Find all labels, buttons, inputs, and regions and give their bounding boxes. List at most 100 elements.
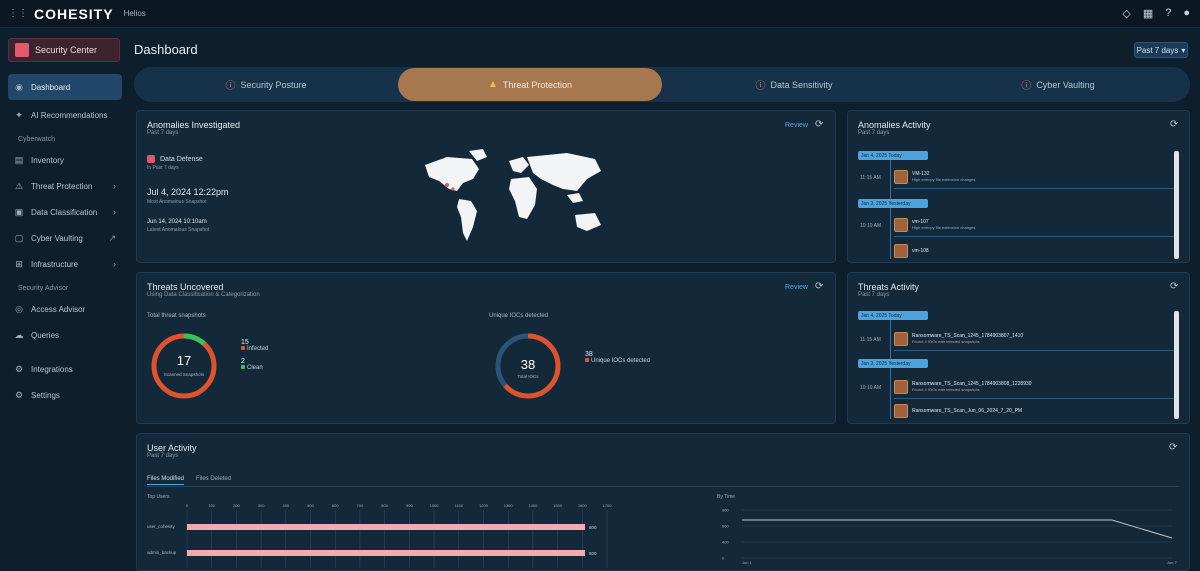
sidebar-item-dashboard[interactable]: ◉ Dashboard <box>8 74 122 100</box>
y-tick-label: 400 <box>722 540 729 545</box>
sidebar-item-label: Threat Protection <box>31 181 93 191</box>
grid-menu-icon[interactable]: ⋮⋮ <box>8 8 28 19</box>
world-map[interactable] <box>417 145 617 257</box>
iocs-donut[interactable]: 38 Total IOCs <box>493 331 563 401</box>
sidebar-item-label: Queries <box>31 330 60 340</box>
refresh-icon[interactable]: ⟳ <box>1169 442 1177 453</box>
sidebar-item-cyber-vaulting[interactable]: ▢ Cyber Vaulting ↗ <box>8 227 122 249</box>
card-title: Threats Uncovered <box>147 282 224 292</box>
threat-snapshots-donut[interactable]: 17 Scanned Snapshots <box>149 331 219 401</box>
refresh-icon[interactable]: ⟳ <box>815 281 823 292</box>
bar-category-label: admin_backup <box>147 550 177 555</box>
anomalies-activity-card: Anomalies Activity Past 7 days ⟳ Jan 4, … <box>847 110 1190 263</box>
legend-item: Infected <box>241 346 268 352</box>
tab-files-deleted[interactable]: Files Deleted <box>196 476 231 485</box>
tick-label: 1500 <box>553 503 563 508</box>
notification-icon[interactable]: ◇ <box>1122 7 1130 20</box>
y-tick-label: 800 <box>722 508 729 513</box>
entry-desc: High entropy file extension changes <box>912 177 976 182</box>
app-switcher[interactable]: Security Center <box>8 38 120 62</box>
anomaly-date-sub: Most Anomalous Snapshot <box>147 199 207 205</box>
classification-icon: ▣ <box>14 206 24 217</box>
top-users-bar-chart[interactable]: 0 100 200 300 400 500 600 700 800 900 1000 1100 1200… <box>137 502 617 571</box>
sidebar-item-inventory[interactable]: ▤ Inventory <box>8 149 122 171</box>
sidebar-item-access-advisor[interactable]: ◎ Access Advisor <box>8 298 122 320</box>
card-subtitle: Past 7 days <box>858 130 890 136</box>
timeline-entry[interactable]: Ransomware_TS_Scan_1245_1784903808_12289… <box>894 375 1174 399</box>
timeline-entry[interactable]: vm-107 High entropy file extension chang… <box>894 213 1174 237</box>
page-title: Dashboard <box>134 42 198 57</box>
vault-icon: ▢ <box>14 232 24 243</box>
sidebar-item-label: Data Classification <box>31 207 98 217</box>
shield-icon <box>147 155 155 163</box>
chevron-right-icon: › <box>113 259 116 269</box>
date-range-select[interactable]: Past 7 days ▾ <box>1134 42 1188 58</box>
info-circle-icon: ⓘ <box>225 81 236 92</box>
review-link[interactable]: Review <box>785 122 808 129</box>
by-time-line-chart[interactable]: 800 600 400 0 Jun 1 Jun 7 <box>712 498 1182 568</box>
refresh-icon[interactable]: ⟳ <box>815 119 823 130</box>
anomaly-name: Data Defense <box>160 155 203 163</box>
help-icon[interactable]: ? <box>1165 7 1171 20</box>
sidebar-item-label: Inventory <box>31 155 64 165</box>
external-link-icon: ↗ <box>108 232 116 243</box>
sidebar-section-security-advisor: Security Advisor <box>18 285 69 292</box>
sidebar-item-data-classification[interactable]: ▣ Data Classification › <box>8 201 122 223</box>
chevron-right-icon: › <box>113 181 116 191</box>
user-activity-card: User Activity Past 7 days ⟳ Files Modifi… <box>136 433 1190 571</box>
timeline-time: 11:15 AM <box>860 175 881 181</box>
sidebar-item-queries[interactable]: ☁ Queries <box>8 324 122 346</box>
info-circle-icon: ⓘ <box>1021 81 1032 92</box>
tab-security-posture[interactable]: ⓘ Security Posture <box>134 68 398 101</box>
sidebar-item-label: Infrastructure <box>31 259 79 269</box>
timeline-entry[interactable]: Ransomware_TS_Scan_Jun_06_2024_7_20_PM <box>894 399 1174 423</box>
tab-data-sensitivity[interactable]: ⓘ Data Sensitivity <box>662 68 926 101</box>
review-link[interactable]: Review <box>785 284 808 291</box>
anomaly-date2: Jun 14, 2024 10:10am <box>147 219 207 225</box>
tab-threat-protection[interactable]: ▲ Threat Protection <box>398 68 662 101</box>
timeline-time: 11:15 AM <box>860 337 881 343</box>
entry-desc: High entropy file extension changes <box>912 225 976 230</box>
sidebar-item-infrastructure[interactable]: ⊞ Infrastructure › <box>8 253 122 275</box>
entry-title: Ransomware_TS_Scan_Jun_06_2024_7_20_PM <box>912 408 1023 414</box>
tick-label: 500 <box>307 503 314 508</box>
timeline-entry[interactable]: VM-132 High entropy file extension chang… <box>894 165 1174 189</box>
access-icon: ◎ <box>15 303 23 314</box>
tab-cyber-vaulting[interactable]: ⓘ Cyber Vaulting <box>926 68 1190 101</box>
integrations-icon: ⚙ <box>14 363 24 374</box>
anomaly-date2-sub: Latest Anomalous Snapshot <box>147 227 210 233</box>
card-title: Anomalies Investigated <box>147 120 241 130</box>
anomalies-stats: Data Defense In Past 7 days Jul 4, 2024 … <box>147 155 229 233</box>
tab-files-modified[interactable]: Files Modified <box>147 476 185 485</box>
snapshot-thumbnail-icon <box>894 331 908 346</box>
tick-label: 900 <box>406 503 413 508</box>
brand-logo[interactable]: ⋮⋮ COHESITY Helios <box>8 6 146 22</box>
scrollbar[interactable] <box>1174 311 1179 419</box>
refresh-icon[interactable]: ⟳ <box>1170 281 1178 292</box>
timeline-date-pill: Jan 3, 2025 Yesterday <box>858 359 928 368</box>
tick-label: 700 <box>357 503 364 508</box>
anomaly-date: Jul 4, 2024 12:22pm <box>147 187 229 197</box>
legend-value: 2 <box>241 358 245 365</box>
apps-icon[interactable]: ▦ <box>1143 7 1153 20</box>
user-icon[interactable]: ● <box>1183 7 1190 20</box>
refresh-icon[interactable]: ⟳ <box>1170 119 1178 130</box>
donut-left-value: 17 <box>177 353 191 368</box>
chevron-down-icon: ▾ <box>1181 45 1186 55</box>
sidebar-item-label: Dashboard <box>31 82 71 92</box>
tick-label: 1700 <box>603 503 613 508</box>
sidebar-item-integrations[interactable]: ⚙ Integrations <box>8 358 122 380</box>
tick-label: 800 <box>381 503 388 508</box>
timeline-date-pill: Jan 4, 2025 Today <box>858 151 928 160</box>
sidebar-item-threat-protection[interactable]: ⚠ Threat Protection › <box>8 175 122 197</box>
sidebar-item-ai-recommendations[interactable]: ✦ AI Recommendations <box>8 104 122 126</box>
timeline-entry[interactable]: Ransomware_TS_Scan_1245_1784903807_1410 … <box>894 327 1174 351</box>
sidebar-item-label: Integrations <box>31 364 73 374</box>
timeline-entry[interactable]: vm-108 <box>894 239 1174 263</box>
map-marker[interactable] <box>445 183 449 187</box>
sidebar-item-settings[interactable]: ⚙ Settings <box>8 384 122 406</box>
scrollbar[interactable] <box>1174 151 1179 259</box>
inventory-icon: ▤ <box>14 154 24 165</box>
map-marker[interactable] <box>451 187 455 191</box>
date-range-value: Past 7 days <box>1136 45 1179 55</box>
